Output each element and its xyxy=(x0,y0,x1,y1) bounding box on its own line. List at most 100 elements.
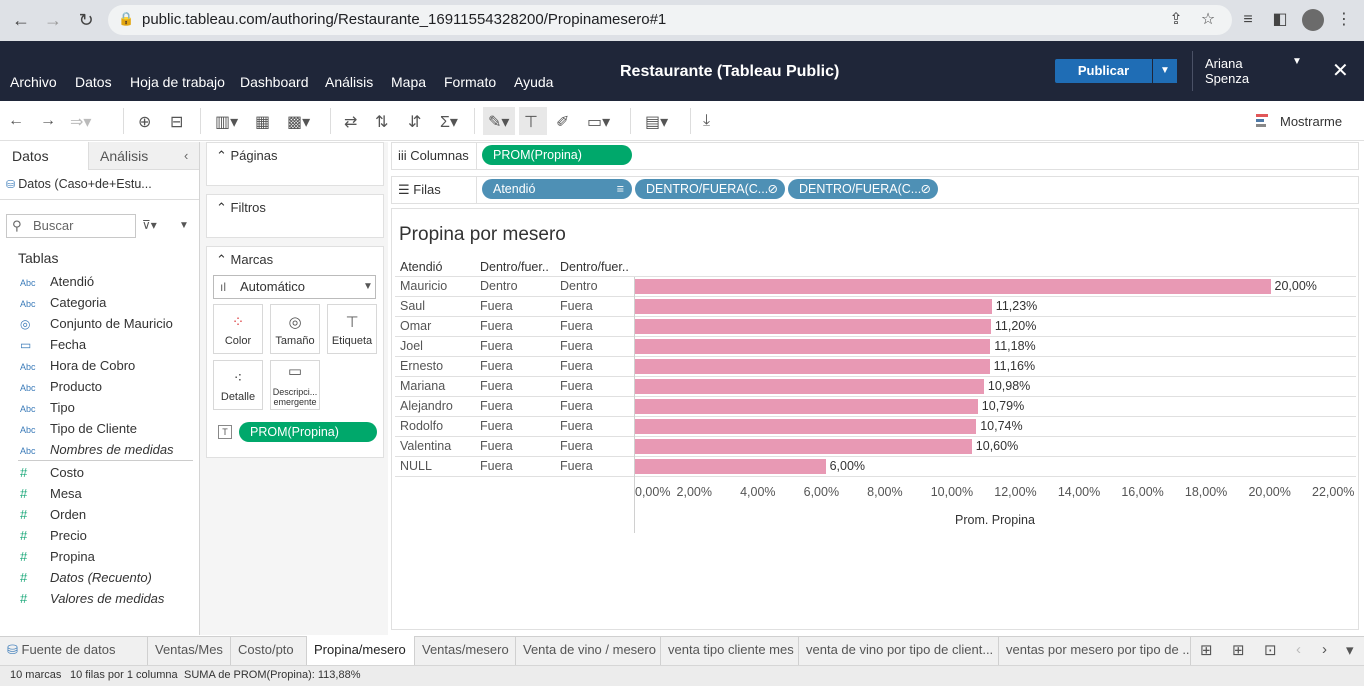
columns-pill[interactable]: PROM(Propina) xyxy=(482,145,632,165)
bar[interactable] xyxy=(635,359,990,374)
tab-datos[interactable]: Datos xyxy=(12,148,49,164)
pane-menu-dropdown-icon[interactable]: ▼ xyxy=(179,220,189,231)
row-dentro-fuera-1[interactable]: Fuera xyxy=(480,439,513,453)
row-atendio[interactable]: Omar xyxy=(400,319,431,333)
new-datasource-icon[interactable]: ⊕ xyxy=(138,112,151,132)
row-atendio[interactable]: NULL xyxy=(400,459,432,473)
rows-pill-dentro-fuera-2[interactable]: DENTRO/FUERA(C... ⊘ xyxy=(788,179,938,199)
datasource-item[interactable]: ⛁ Datos (Caso+de+Estu... xyxy=(6,177,152,191)
undo-icon[interactable]: ← xyxy=(8,112,24,130)
user-name[interactable]: Ariana Spenza xyxy=(1205,56,1249,86)
measure-field[interactable]: # Mesa xyxy=(20,486,195,506)
mark-type-select[interactable]: Automático xyxy=(213,275,376,299)
rows-pill-atendio[interactable]: Atendió ≡ xyxy=(482,179,632,199)
bar[interactable] xyxy=(635,459,826,474)
color-button[interactable]: ⁘ Color xyxy=(213,304,263,354)
menu-archivo[interactable]: Archivo xyxy=(10,74,57,90)
tooltip-button[interactable]: ▭ Descripci... emergente xyxy=(270,360,320,410)
row-dentro-fuera-2[interactable]: Fuera xyxy=(560,359,593,373)
row-atendio[interactable]: Mauricio xyxy=(400,279,447,293)
dimension-field[interactable]: Abc Atendió xyxy=(20,274,195,294)
tab-analisis[interactable]: Análisis xyxy=(100,148,148,164)
row-dentro-fuera-1[interactable]: Fuera xyxy=(480,319,513,333)
rows-pill-dentro-fuera-1[interactable]: DENTRO/FUERA(C... ⊘ xyxy=(635,179,785,199)
sheet-tab[interactable]: venta tipo cliente mes xyxy=(661,636,799,665)
sheet-tab[interactable]: venta de vino por tipo de client... xyxy=(799,636,999,665)
bar[interactable] xyxy=(635,319,991,334)
sheet-tab[interactable]: Venta de vino / mesero xyxy=(516,636,661,665)
row-dentro-fuera-1[interactable]: Fuera xyxy=(480,419,513,433)
label-button[interactable]: ⊤ Etiqueta xyxy=(327,304,377,354)
chevron-down-icon[interactable]: ▼ xyxy=(363,281,373,292)
new-worksheet-icon[interactable]: ▥▾ xyxy=(215,112,238,132)
download-icon[interactable]: ⤓ xyxy=(703,112,710,130)
menu-analisis[interactable]: Análisis xyxy=(325,74,373,90)
replay-icon[interactable]: ⇒▾ xyxy=(70,112,91,132)
menu-ayuda[interactable]: Ayuda xyxy=(514,74,553,90)
header-dentro-fuera-1[interactable]: Dentro/fuer.. xyxy=(480,260,549,274)
fit-icon[interactable]: ▭▾ xyxy=(587,112,610,132)
collapse-icon[interactable]: ⌃ xyxy=(216,148,231,163)
show-me-button[interactable]: Mostrarme xyxy=(1280,114,1342,129)
menu-formato[interactable]: Formato xyxy=(444,74,496,90)
collapse-pane-icon[interactable]: ‹ xyxy=(184,148,188,163)
redo-icon[interactable]: → xyxy=(40,112,56,130)
collapse-icon[interactable]: ⌃ xyxy=(216,252,231,267)
row-dentro-fuera-1[interactable]: Fuera xyxy=(480,399,513,413)
new-dashboard-icon[interactable]: ⊞ xyxy=(1232,641,1245,659)
scroll-left-icon[interactable]: ‹ xyxy=(1296,641,1301,658)
format-icon[interactable]: ✐ xyxy=(556,112,569,132)
row-atendio[interactable]: Alejandro xyxy=(400,399,453,413)
user-dropdown-icon[interactable]: ▼ xyxy=(1292,56,1302,67)
forward-icon[interactable]: → xyxy=(42,9,64,31)
scroll-right-icon[interactable]: › xyxy=(1322,641,1327,658)
bar[interactable] xyxy=(635,279,1271,294)
collapse-icon[interactable]: ⌃ xyxy=(216,200,231,215)
row-dentro-fuera-1[interactable]: Fuera xyxy=(480,359,513,373)
bar[interactable] xyxy=(635,419,977,434)
new-story-icon[interactable]: ⊡ xyxy=(1264,641,1277,659)
measure-field[interactable]: # Propina xyxy=(20,549,195,569)
axis-title[interactable]: Prom. Propina xyxy=(955,513,1035,527)
measure-field[interactable]: # Datos (Recuento) xyxy=(20,570,195,590)
row-dentro-fuera-2[interactable]: Fuera xyxy=(560,319,593,333)
row-atendio[interactable]: Rodolfo xyxy=(400,419,443,433)
more-menu-icon[interactable]: ⋮ xyxy=(1334,10,1354,30)
dimension-field[interactable]: Abc Hora de Cobro xyxy=(20,358,195,378)
search-input[interactable]: Buscar xyxy=(6,214,136,238)
row-atendio[interactable]: Saul xyxy=(400,299,425,313)
url-text[interactable]: public.tableau.com/authoring/Restaurante… xyxy=(142,11,666,28)
publish-button[interactable]: Publicar xyxy=(1055,59,1152,83)
marks-label-pill[interactable]: PROM(Propina) xyxy=(239,422,377,442)
totals-icon[interactable]: Σ▾ xyxy=(440,112,458,132)
show-labels-icon[interactable]: ⊤ xyxy=(524,112,538,132)
row-dentro-fuera-2[interactable]: Dentro xyxy=(560,279,598,293)
detail-button[interactable]: ⁖ Detalle xyxy=(213,360,263,410)
dimension-field[interactable]: ▭ Fecha xyxy=(20,337,195,357)
pause-updates-icon[interactable]: ⊟ xyxy=(170,112,183,132)
menu-hoja-de-trabajo[interactable]: Hoja de trabajo xyxy=(130,74,225,90)
dimension-field[interactable]: Abc Producto xyxy=(20,379,195,399)
duplicate-sheet-icon[interactable]: ▦ xyxy=(255,112,270,132)
row-dentro-fuera-1[interactable]: Fuera xyxy=(480,379,513,393)
measure-field[interactable]: # Orden xyxy=(20,507,195,527)
sheet-tab[interactable]: ventas por mesero por tipo de ... xyxy=(999,636,1191,665)
measure-field[interactable]: # Costo xyxy=(20,465,195,485)
swap-icon[interactable]: ⇄ xyxy=(344,112,357,132)
show-me-icon[interactable] xyxy=(1256,114,1268,128)
measure-field[interactable]: # Precio xyxy=(20,528,195,548)
dimension-field[interactable]: ◎ Conjunto de Mauricio xyxy=(20,316,195,336)
menu-dashboard[interactable]: Dashboard xyxy=(240,74,309,90)
profile-avatar[interactable] xyxy=(1302,9,1324,31)
close-icon[interactable]: ✕ xyxy=(1332,58,1349,83)
row-dentro-fuera-2[interactable]: Fuera xyxy=(560,419,593,433)
bar[interactable] xyxy=(635,439,972,454)
datasource-tab[interactable]: ⛁ Fuente de datos xyxy=(0,636,148,665)
dimension-field[interactable]: Abc Categoria xyxy=(20,295,195,315)
clear-sheet-icon[interactable]: ▩▾ xyxy=(287,112,310,132)
row-dentro-fuera-1[interactable]: Fuera xyxy=(480,299,513,313)
row-atendio[interactable]: Valentina xyxy=(400,439,451,453)
sheet-tab[interactable]: Ventas/Mes xyxy=(148,636,231,665)
sheet-list-icon[interactable]: ▾ xyxy=(1346,641,1354,659)
bar[interactable] xyxy=(635,299,992,314)
